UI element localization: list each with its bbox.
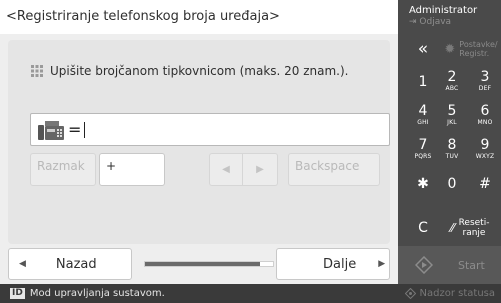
numpad-letters: ABC — [445, 85, 459, 92]
back-button-label: Nazad — [55, 256, 97, 272]
numpad-letters: JKL — [447, 119, 457, 126]
instruction-text: Upišite brojčanom tipkovnicom (maks. 20 … — [50, 64, 349, 78]
input-panel: Upišite brojčanom tipkovnicom (maks. 20 … — [8, 40, 390, 244]
keypad-hint-icon — [31, 65, 43, 77]
logout-label: Odjava — [419, 17, 452, 27]
status-bar: ID Mod upravljanja sustavom. Nadzor stat… — [0, 284, 501, 303]
numpad-key[interactable]: 0 — [435, 167, 469, 201]
logout-icon: ⇥ — [409, 17, 417, 27]
arrow-left-icon: ◀ — [222, 164, 230, 175]
cursor-left-button[interactable]: ◀ — [209, 153, 243, 186]
status-monitor-button[interactable]: Nadzor statusa — [404, 284, 495, 303]
reset-label-line1: Reseti- — [458, 218, 490, 228]
numpad-key[interactable]: 9 WXYZ — [468, 133, 501, 167]
back-button[interactable]: ◀ Nazad — [8, 248, 132, 280]
numpad-key[interactable]: 3 DEF — [468, 65, 501, 99]
reset-label-line2: ranje — [462, 228, 486, 238]
arrow-right-icon: ▶ — [256, 164, 264, 175]
numpad-key[interactable]: 6 MNO — [468, 99, 501, 133]
numpad-digit: 9 — [480, 137, 490, 153]
settings-label-line2: Registr. — [459, 49, 490, 58]
reset-icon: ⁄⁄ — [450, 221, 455, 235]
numpad-key[interactable]: 8 TUV — [435, 133, 469, 167]
plus-button[interactable]: + — [99, 153, 165, 186]
bottom-navigation: ◀ Nazad Dalje ▶ — [8, 248, 390, 282]
numpad-digit: # — [479, 176, 491, 192]
status-message: Mod upravljanja sustavom. — [29, 288, 165, 299]
arrow-right-icon: ▶ — [378, 259, 386, 269]
status-monitor-label: Nadzor statusa — [419, 288, 495, 299]
numpad-digit: 6 — [480, 103, 490, 119]
fax-icon — [38, 120, 64, 140]
numpad-key[interactable]: 2 ABC — [435, 65, 469, 99]
numpad-key[interactable]: # — [468, 167, 501, 201]
settings-registration-button[interactable]: ✹ Postavke/ Registr. — [442, 35, 500, 63]
clear-button[interactable]: C — [406, 212, 440, 244]
progress-fill — [145, 262, 261, 266]
page-title: <Registriranje telefonskog broja uređaja… — [0, 0, 398, 34]
user-name: Administrator — [409, 5, 478, 16]
space-button[interactable]: Razmak — [30, 153, 96, 186]
numpad-digit: 5 — [447, 103, 457, 119]
back-to-home-button[interactable]: « — [406, 35, 440, 63]
numpad-digit: 0 — [447, 176, 457, 192]
progress-bar — [144, 261, 274, 267]
settings-label-line1: Postavke/ — [459, 40, 498, 49]
start-diamond-icon — [415, 256, 433, 274]
reset-button[interactable]: ⁄⁄ Reseti- ranje — [442, 212, 498, 244]
content-area: Upišite brojčanom tipkovnicom (maks. 20 … — [0, 34, 398, 284]
numpad-letters: MNO — [477, 119, 493, 126]
next-button[interactable]: Dalje ▶ — [276, 248, 390, 280]
numpad-letters: DEF — [478, 85, 492, 92]
start-button[interactable]: Start — [398, 246, 501, 284]
cursor-right-button[interactable]: ▶ — [243, 153, 278, 186]
main-area: <Registriranje telefonskog broja uređaja… — [0, 0, 398, 303]
sidebar: Administrator ⇥ Odjava « ✹ Postavke/ Reg… — [398, 0, 501, 284]
numpad-letters: TUV — [445, 153, 459, 160]
gear-icon: ✹ — [444, 41, 456, 57]
start-label: Start — [458, 258, 485, 272]
logout-button[interactable]: ⇥ Odjava — [409, 17, 451, 27]
arrow-left-icon: ◀ — [19, 259, 26, 269]
numpad-digit: 8 — [447, 137, 457, 153]
status-monitor-icon — [404, 288, 416, 299]
fax-number-field[interactable]: = — [30, 113, 390, 146]
numpad-letters: WXYZ — [475, 153, 495, 160]
next-button-label: Dalje — [323, 256, 357, 272]
numpad-digit: 3 — [480, 69, 490, 85]
numpad-digit: 2 — [447, 69, 457, 85]
backspace-button[interactable]: Backspace — [288, 153, 380, 186]
fax-prefix: = — [68, 120, 82, 139]
id-badge: ID — [10, 288, 25, 299]
numpad-key[interactable]: 5 JKL — [435, 99, 469, 133]
double-chevron-left-icon: « — [417, 39, 429, 59]
text-cursor — [84, 121, 86, 138]
instruction: Upišite brojčanom tipkovnicom (maks. 20 … — [30, 64, 349, 78]
